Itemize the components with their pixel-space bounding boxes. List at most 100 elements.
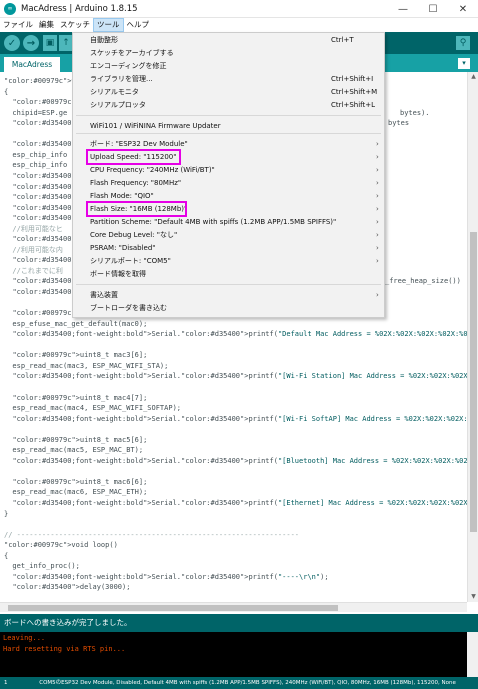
code-line[interactable]: esp_read_mac(mac3, ESP_MAC_WIFI_STA); — [4, 361, 168, 371]
menu-item-shortcut: Ctrl+Shift+I — [331, 75, 374, 83]
verify-button[interactable]: ✓ — [4, 35, 20, 51]
code-line[interactable]: //これまでに利 — [4, 266, 62, 276]
submenu-arrow-icon: › — [376, 179, 379, 187]
code-line[interactable]: } — [4, 509, 8, 519]
menu-item-label: ボード情報を取得 — [90, 270, 146, 278]
menu-separator — [76, 115, 381, 116]
submenu-arrow-icon: › — [376, 231, 379, 239]
code-line[interactable]: esp_read_mac(mac4, ESP_MAC_WIFI_SOFTAP); — [4, 403, 181, 413]
tools-menu-item[interactable]: シリアルプロッタ Ctrl+Shift+L — [73, 99, 384, 112]
menu-item-label: シリアルポート: "COM5" — [90, 257, 171, 265]
code-line[interactable]: esp_chip_info — [4, 160, 67, 170]
submenu-arrow-icon: › — [376, 153, 379, 161]
maximize-button[interactable]: ☐ — [418, 0, 448, 18]
serial-monitor-button[interactable]: ⚲ — [456, 36, 470, 50]
code-line[interactable]: "color:#00979c">uint8_t mac3[6]; — [4, 350, 147, 360]
scroll-down-icon[interactable]: ▼ — [468, 592, 478, 602]
new-sketch-button[interactable]: ▣ — [43, 35, 57, 51]
code-line[interactable]: "color:#00979c">uint8_t mac6[6]; — [4, 477, 147, 487]
submenu-arrow-icon: › — [376, 218, 379, 226]
code-line-fragment: _free_heap_size()) — [385, 277, 461, 286]
code-line[interactable]: esp_read_mac(mac5, ESP_MAC_BT); — [4, 445, 143, 455]
menu-item-label: エンコーディングを修正 — [90, 62, 167, 70]
highlight-box — [86, 201, 187, 217]
board-config: COM5のESP32 Dev Module, Disabled, Default… — [39, 680, 456, 686]
menu-item-label: Partition Scheme: "Default 4MB with spif… — [90, 218, 337, 226]
console-line: Leaving... — [3, 634, 46, 642]
open-sketch-button[interactable]: ↑ — [59, 35, 73, 51]
submenu-arrow-icon: › — [376, 166, 379, 174]
code-line[interactable]: "color:#d35400;font-weight:bold">Serial.… — [4, 572, 328, 582]
tools-menu-item[interactable]: シリアルモニタ Ctrl+Shift+M — [73, 86, 384, 99]
code-line[interactable]: "color:#d35400">delay(3000); — [4, 582, 130, 592]
menu-help[interactable]: ヘルプ — [124, 18, 153, 32]
menu-item-label: Flash Frequency: "80MHz" — [90, 179, 182, 187]
scroll-thumb[interactable] — [470, 232, 477, 532]
tools-menu-item[interactable]: スケッチをアーカイブする — [73, 47, 384, 60]
tools-menu-item[interactable]: 自動整形 Ctrl+T — [73, 34, 384, 47]
close-button[interactable]: ✕ — [448, 0, 478, 18]
tools-menu-item[interactable]: シリアルポート: "COM5" › — [73, 255, 384, 268]
minimize-button[interactable]: — — [388, 0, 418, 18]
code-line[interactable]: chipid=ESP.ge — [4, 108, 67, 118]
code-line[interactable]: esp_read_mac(mac6, ESP_MAC_ETH); — [4, 487, 147, 497]
code-line-fragment: bytes — [388, 119, 410, 128]
code-line[interactable]: { — [4, 551, 8, 561]
menu-item-shortcut: Ctrl+Shift+L — [331, 101, 375, 109]
code-line-fragment: bytes). — [400, 108, 430, 117]
editor-vertical-scrollbar[interactable]: ▲ ▼ — [467, 72, 478, 602]
menu-item-shortcut: Ctrl+T — [331, 36, 354, 44]
window-title: MacAdress | Arduino 1.8.15 — [21, 3, 138, 14]
console-line: Hard resetting via RTS pin... — [3, 645, 126, 653]
tools-menu-item[interactable]: CPU Frequency: "240MHz (WiFi/BT)" › — [73, 164, 384, 177]
menu-tools[interactable]: ツール — [93, 18, 124, 32]
tools-menu-item[interactable]: 書込装置 › — [73, 289, 384, 302]
code-line[interactable]: "color:#d35400;font-weight:bold">Serial.… — [4, 414, 467, 424]
tab-menu-button[interactable]: ▾ — [458, 58, 470, 69]
menu-sketch[interactable]: スケッチ — [57, 18, 93, 32]
menu-item-label: PSRAM: "Disabled" — [90, 244, 156, 252]
menu-file[interactable]: ファイル — [0, 18, 36, 32]
menu-item-label: シリアルプロッタ — [90, 101, 146, 109]
code-line[interactable]: esp_efuse_mac_get_default(mac0); — [4, 319, 147, 329]
code-line[interactable]: // -------------------------------------… — [4, 530, 299, 540]
code-line[interactable]: esp_chip_info — [4, 150, 67, 160]
tab-macadress[interactable]: MacAdress — [4, 57, 60, 72]
horizontal-scroll-thumb[interactable] — [8, 605, 338, 611]
tools-menu-item[interactable]: Core Debug Level: "なし" › — [73, 229, 384, 242]
code-line[interactable]: "color:#d35400;font-weight:bold">Serial.… — [4, 371, 467, 381]
menu-separator — [76, 133, 381, 134]
submenu-arrow-icon: › — [376, 192, 379, 200]
tools-menu-item[interactable]: ボード情報を取得 — [73, 268, 384, 281]
code-line[interactable]: "color:#d35400;font-weight:bold">Serial.… — [4, 456, 467, 466]
submenu-arrow-icon: › — [376, 244, 379, 252]
tools-menu-item[interactable]: ライブラリを管理... Ctrl+Shift+I — [73, 73, 384, 86]
code-line[interactable]: "color:#00979c">uint8_t mac4[7]; — [4, 393, 147, 403]
code-line[interactable]: "color:#00979c">void loop() — [4, 540, 118, 550]
console-scrollbar[interactable] — [467, 632, 478, 677]
code-line[interactable]: { — [4, 87, 8, 97]
code-line[interactable]: get_info_proc(); — [4, 561, 79, 571]
tools-menu-item[interactable]: Partition Scheme: "Default 4MB with spif… — [73, 216, 384, 229]
arduino-logo-icon: ∞ — [4, 2, 16, 15]
code-line[interactable]: //利用可能なヒ — [4, 224, 62, 234]
tools-menu-item[interactable]: PSRAM: "Disabled" › — [73, 242, 384, 255]
title-bar: ∞ MacAdress | Arduino 1.8.15 — ☐ ✕ — [0, 0, 478, 18]
editor-horizontal-scrollbar[interactable] — [0, 602, 467, 612]
submenu-arrow-icon: › — [376, 140, 379, 148]
menu-edit[interactable]: 編集 — [36, 18, 57, 32]
upload-button[interactable]: → — [23, 35, 39, 51]
menu-item-label: 書込装置 — [90, 291, 118, 299]
code-line[interactable]: "color:#00979c">uint8_t mac5[6]; — [4, 435, 147, 445]
tools-menu-item[interactable]: エンコーディングを修正 — [73, 60, 384, 73]
code-line[interactable]: //利用可能な内 — [4, 245, 62, 255]
status-message: ボードへの書き込みが完了しました。 — [0, 614, 478, 632]
highlight-box — [86, 149, 181, 165]
code-line[interactable]: "color:#d35400;font-weight:bold">Serial.… — [4, 498, 467, 508]
tools-menu-item[interactable]: WiFi101 / WiFiNINA Firmware Updater — [73, 120, 384, 133]
code-line[interactable]: "color:#d35400;font-weight:bold">Serial.… — [4, 329, 467, 339]
scroll-up-icon[interactable]: ▲ — [468, 72, 478, 82]
menu-separator — [76, 284, 381, 285]
tools-menu-item[interactable]: ブートローダを書き込む — [73, 302, 384, 315]
tools-menu-item[interactable]: Flash Frequency: "80MHz" › — [73, 177, 384, 190]
